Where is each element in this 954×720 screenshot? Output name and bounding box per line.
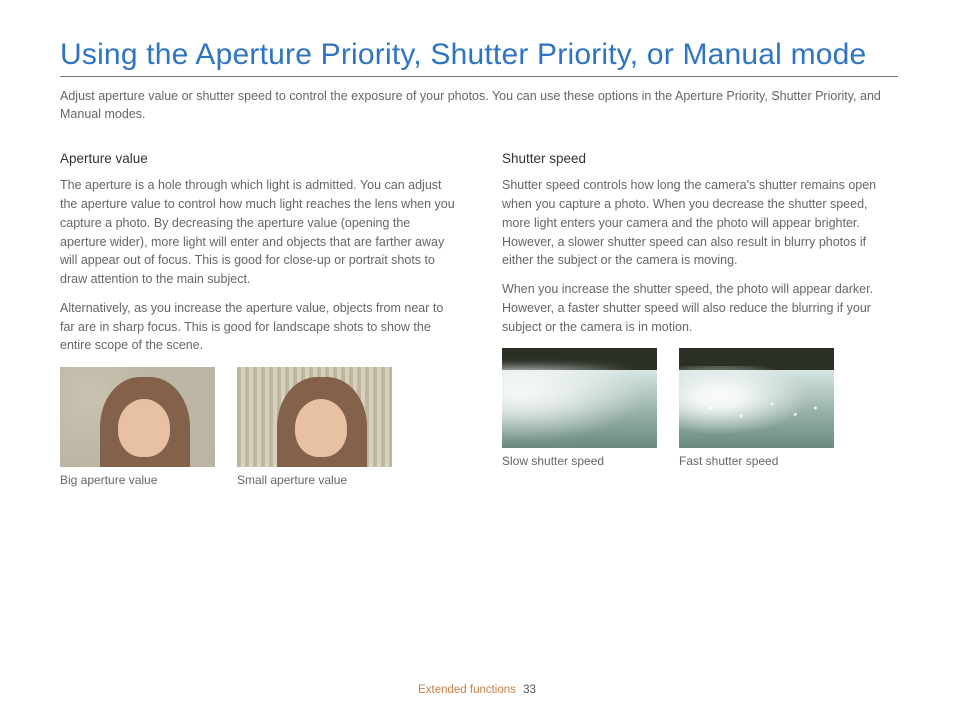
aperture-figures: Big aperture value Small aperture value bbox=[60, 367, 456, 487]
footer-section: Extended functions bbox=[418, 684, 516, 696]
aperture-caption-small: Small aperture value bbox=[237, 473, 392, 487]
document-page: Using the Aperture Priority, Shutter Pri… bbox=[0, 0, 954, 720]
aperture-caption-big: Big aperture value bbox=[60, 473, 215, 487]
shutter-caption-fast: Fast shutter speed bbox=[679, 454, 834, 468]
page-footer: Extended functions 33 bbox=[0, 684, 954, 696]
intro-paragraph: Adjust aperture value or shutter speed t… bbox=[60, 87, 898, 123]
aperture-figure-small: Small aperture value bbox=[237, 367, 392, 487]
footer-page-number: 33 bbox=[523, 684, 536, 696]
shutter-paragraph-1: Shutter speed controls how long the came… bbox=[502, 176, 898, 270]
portrait-blurred-bg-image bbox=[60, 367, 215, 467]
shutter-figures: Slow shutter speed Fast shutter speed bbox=[502, 348, 898, 468]
page-title: Using the Aperture Priority, Shutter Pri… bbox=[60, 38, 898, 77]
content-columns: Aperture value The aperture is a hole th… bbox=[60, 151, 898, 487]
aperture-heading: Aperture value bbox=[60, 151, 456, 166]
shutter-figure-fast: Fast shutter speed bbox=[679, 348, 834, 468]
aperture-paragraph-1: The aperture is a hole through which lig… bbox=[60, 176, 456, 289]
water-slow-image bbox=[502, 348, 657, 448]
aperture-figure-big: Big aperture value bbox=[60, 367, 215, 487]
shutter-caption-slow: Slow shutter speed bbox=[502, 454, 657, 468]
shutter-figure-slow: Slow shutter speed bbox=[502, 348, 657, 468]
water-fast-image bbox=[679, 348, 834, 448]
right-column: Shutter speed Shutter speed controls how… bbox=[502, 151, 898, 487]
shutter-heading: Shutter speed bbox=[502, 151, 898, 166]
left-column: Aperture value The aperture is a hole th… bbox=[60, 151, 456, 487]
aperture-paragraph-2: Alternatively, as you increase the apert… bbox=[60, 299, 456, 355]
portrait-sharp-bg-image bbox=[237, 367, 392, 467]
shutter-paragraph-2: When you increase the shutter speed, the… bbox=[502, 280, 898, 336]
